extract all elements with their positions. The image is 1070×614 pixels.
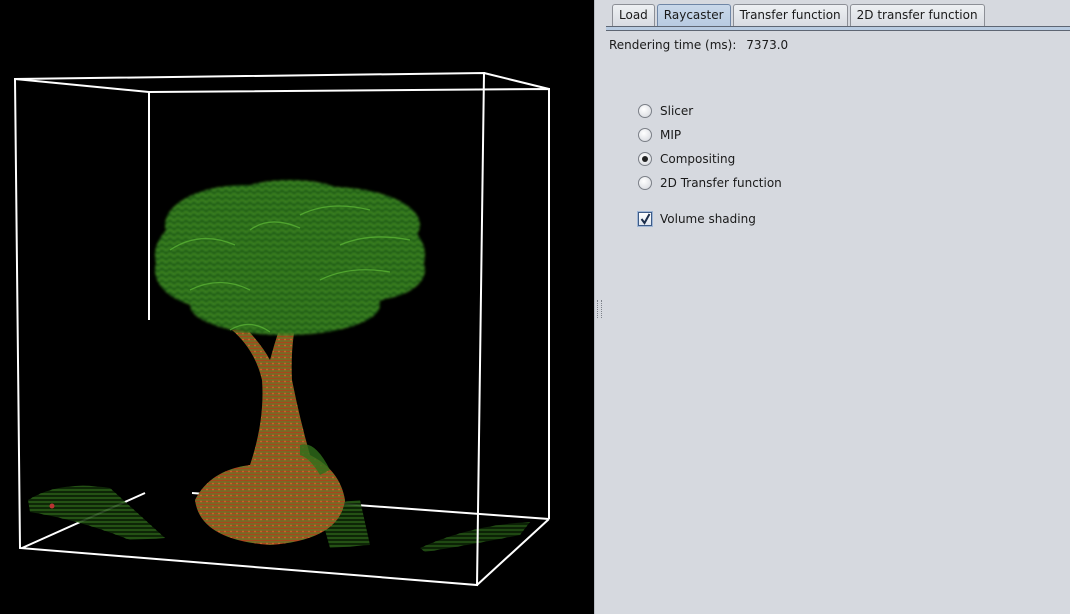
- volume-shading-label: Volume shading: [660, 212, 756, 226]
- tab-transfer-function[interactable]: Transfer function: [732, 4, 848, 26]
- radio-compositing-label: Compositing: [660, 152, 736, 166]
- rendering-time-readout: Rendering time (ms): 7373.0: [609, 38, 788, 52]
- control-panel: Load Raycaster Transfer function 2D tran…: [602, 0, 1070, 614]
- rendering-time-value: 7373.0: [746, 38, 789, 52]
- tree-foliage: [155, 180, 425, 335]
- tab-content-border: [606, 26, 1070, 31]
- tab-2d-transfer-function[interactable]: 2D transfer function: [849, 4, 985, 26]
- volume-shading-checkbox[interactable]: Volume shading: [638, 211, 756, 227]
- tab-bar: Load Raycaster Transfer function 2D tran…: [612, 4, 987, 27]
- radio-2d-transfer-function-label: 2D Transfer function: [660, 176, 782, 190]
- tab-load[interactable]: Load: [612, 4, 655, 26]
- volume-render-viewport[interactable]: [0, 0, 594, 614]
- rendering-time-label: Rendering time (ms):: [609, 38, 737, 52]
- checkbox-checked-icon[interactable]: [638, 212, 652, 226]
- radio-button-selected-icon[interactable]: [638, 152, 652, 166]
- radio-mip[interactable]: MIP: [638, 127, 681, 143]
- radio-slicer[interactable]: Slicer: [638, 103, 693, 119]
- radio-button-icon[interactable]: [638, 104, 652, 118]
- volume-render-canvas: [13, 71, 550, 587]
- radio-2d-transfer-function[interactable]: 2D Transfer function: [638, 175, 782, 191]
- radio-compositing[interactable]: Compositing: [638, 151, 735, 167]
- radio-button-icon[interactable]: [638, 128, 652, 142]
- radio-mip-label: MIP: [660, 128, 682, 142]
- tree-trunk: [195, 300, 345, 545]
- tab-raycaster[interactable]: Raycaster: [656, 4, 731, 26]
- radio-slicer-label: Slicer: [660, 104, 694, 118]
- radio-button-icon[interactable]: [638, 176, 652, 190]
